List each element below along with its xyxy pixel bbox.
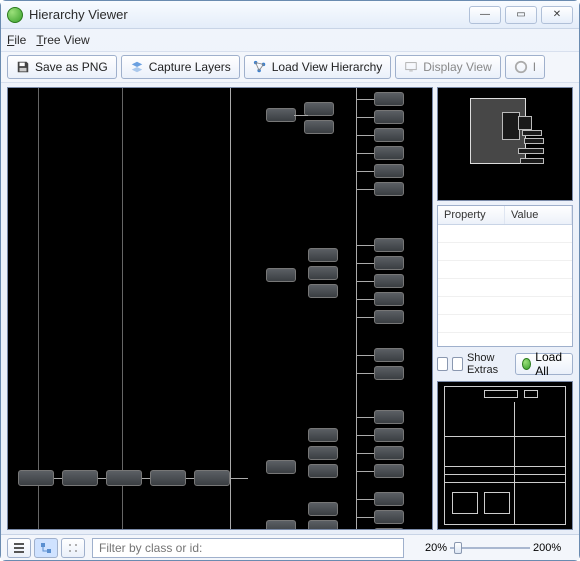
show-extras-checkbox-outer[interactable] [437, 357, 448, 371]
table-row [438, 315, 572, 333]
tree-node[interactable] [374, 110, 404, 124]
tree-node[interactable] [308, 284, 338, 298]
tree-node[interactable] [150, 470, 186, 486]
menu-file[interactable]: File [7, 33, 26, 47]
tree-node[interactable] [374, 182, 404, 196]
tree-node[interactable] [374, 348, 404, 362]
properties-header: Property Value [438, 206, 572, 225]
tree-node[interactable] [62, 470, 98, 486]
invalidate-button[interactable]: I [505, 55, 545, 79]
tree-node[interactable] [266, 108, 296, 122]
tree-node[interactable] [374, 528, 404, 530]
zoom-slider[interactable] [450, 538, 530, 558]
tree-node[interactable] [374, 164, 404, 178]
menubar: File Tree View [1, 29, 579, 51]
tree-node[interactable] [374, 464, 404, 478]
table-row [438, 279, 572, 297]
load-all-button[interactable]: Load All [515, 353, 573, 375]
tree-node[interactable] [374, 446, 404, 460]
app-window: Hierarchy Viewer — ▭ ✕ File Tree View Sa… [0, 0, 580, 561]
tree-node[interactable] [304, 102, 334, 116]
tree-node[interactable] [266, 520, 296, 530]
overview-minimap[interactable] [437, 87, 573, 201]
window-title: Hierarchy Viewer [29, 7, 469, 22]
tree-node[interactable] [308, 446, 338, 460]
tree-node[interactable] [374, 292, 404, 306]
filter-input[interactable] [92, 538, 404, 558]
capture-layers-button[interactable]: Capture Layers [121, 55, 240, 79]
layers-icon [130, 60, 144, 74]
view-mode-list-button[interactable] [7, 538, 31, 558]
disk-icon [16, 60, 30, 74]
invalidate-icon [514, 60, 528, 74]
table-row [438, 261, 572, 279]
hierarchy-canvas[interactable] [7, 87, 433, 530]
tree-node[interactable] [308, 248, 338, 262]
properties-body [438, 225, 572, 346]
display-icon [404, 60, 418, 74]
tree-node[interactable] [374, 310, 404, 324]
content-area: Property Value Show Extras [1, 83, 579, 534]
col-value[interactable]: Value [505, 206, 572, 224]
save-as-png-button[interactable]: Save as PNG [7, 55, 117, 79]
show-extras-checkbox[interactable] [452, 357, 463, 371]
tree-node[interactable] [308, 520, 338, 530]
tree-node[interactable] [308, 464, 338, 478]
tree-node[interactable] [374, 92, 404, 106]
tree-node[interactable] [308, 266, 338, 280]
load-view-hierarchy-label: Load View Hierarchy [272, 60, 383, 74]
load-view-hierarchy-button[interactable]: Load View Hierarchy [244, 55, 392, 79]
right-pane: Property Value Show Extras [437, 87, 573, 530]
toolbar: Save as PNG Capture Layers Load View Hie… [1, 51, 579, 83]
display-view-label: Display View [423, 60, 491, 74]
titlebar: Hierarchy Viewer — ▭ ✕ [1, 1, 579, 29]
table-row [438, 225, 572, 243]
capture-layers-label: Capture Layers [149, 60, 231, 74]
view-mode-tree-button[interactable] [34, 538, 58, 558]
tree-node[interactable] [374, 428, 404, 442]
tree-node[interactable] [266, 460, 296, 474]
zoom-max-label: 200% [533, 542, 573, 554]
zoom-min-label: 20% [407, 542, 447, 554]
tree-node[interactable] [374, 128, 404, 142]
load-all-label: Load All [535, 350, 566, 378]
statusbar: 20% 200% [1, 534, 579, 560]
tree-node[interactable] [308, 428, 338, 442]
table-row [438, 297, 572, 315]
view-mode-grid-button[interactable] [61, 538, 85, 558]
tree-node[interactable] [194, 470, 230, 486]
maximize-button[interactable]: ▭ [505, 6, 537, 24]
tree-node[interactable] [374, 238, 404, 252]
properties-table: Property Value [437, 205, 573, 347]
extras-row: Show Extras Load All [437, 351, 573, 377]
tree-node[interactable] [18, 470, 54, 486]
tree-node[interactable] [374, 256, 404, 270]
tree-node[interactable] [374, 146, 404, 160]
hierarchy-icon [253, 60, 267, 74]
save-as-png-label: Save as PNG [35, 60, 108, 74]
tree-node[interactable] [308, 502, 338, 516]
tree-node[interactable] [374, 492, 404, 506]
tree-node[interactable] [374, 410, 404, 424]
minimize-button[interactable]: — [469, 6, 501, 24]
app-icon [7, 7, 23, 23]
refresh-icon [522, 358, 531, 370]
tree-node[interactable] [374, 366, 404, 380]
left-pane [7, 87, 433, 530]
display-view-button[interactable]: Display View [395, 55, 500, 79]
invalidate-label: I [533, 60, 536, 74]
layout-wireframe[interactable] [437, 381, 573, 530]
window-controls: — ▭ ✕ [469, 6, 573, 24]
tree-node[interactable] [266, 268, 296, 282]
show-extras-label: Show Extras [467, 352, 513, 376]
table-row [438, 243, 572, 261]
tree-node[interactable] [304, 120, 334, 134]
menu-tree-view[interactable]: Tree View [36, 33, 89, 47]
col-property[interactable]: Property [438, 206, 505, 224]
tree-node[interactable] [106, 470, 142, 486]
tree-node[interactable] [374, 510, 404, 524]
tree-node[interactable] [374, 274, 404, 288]
close-button[interactable]: ✕ [541, 6, 573, 24]
